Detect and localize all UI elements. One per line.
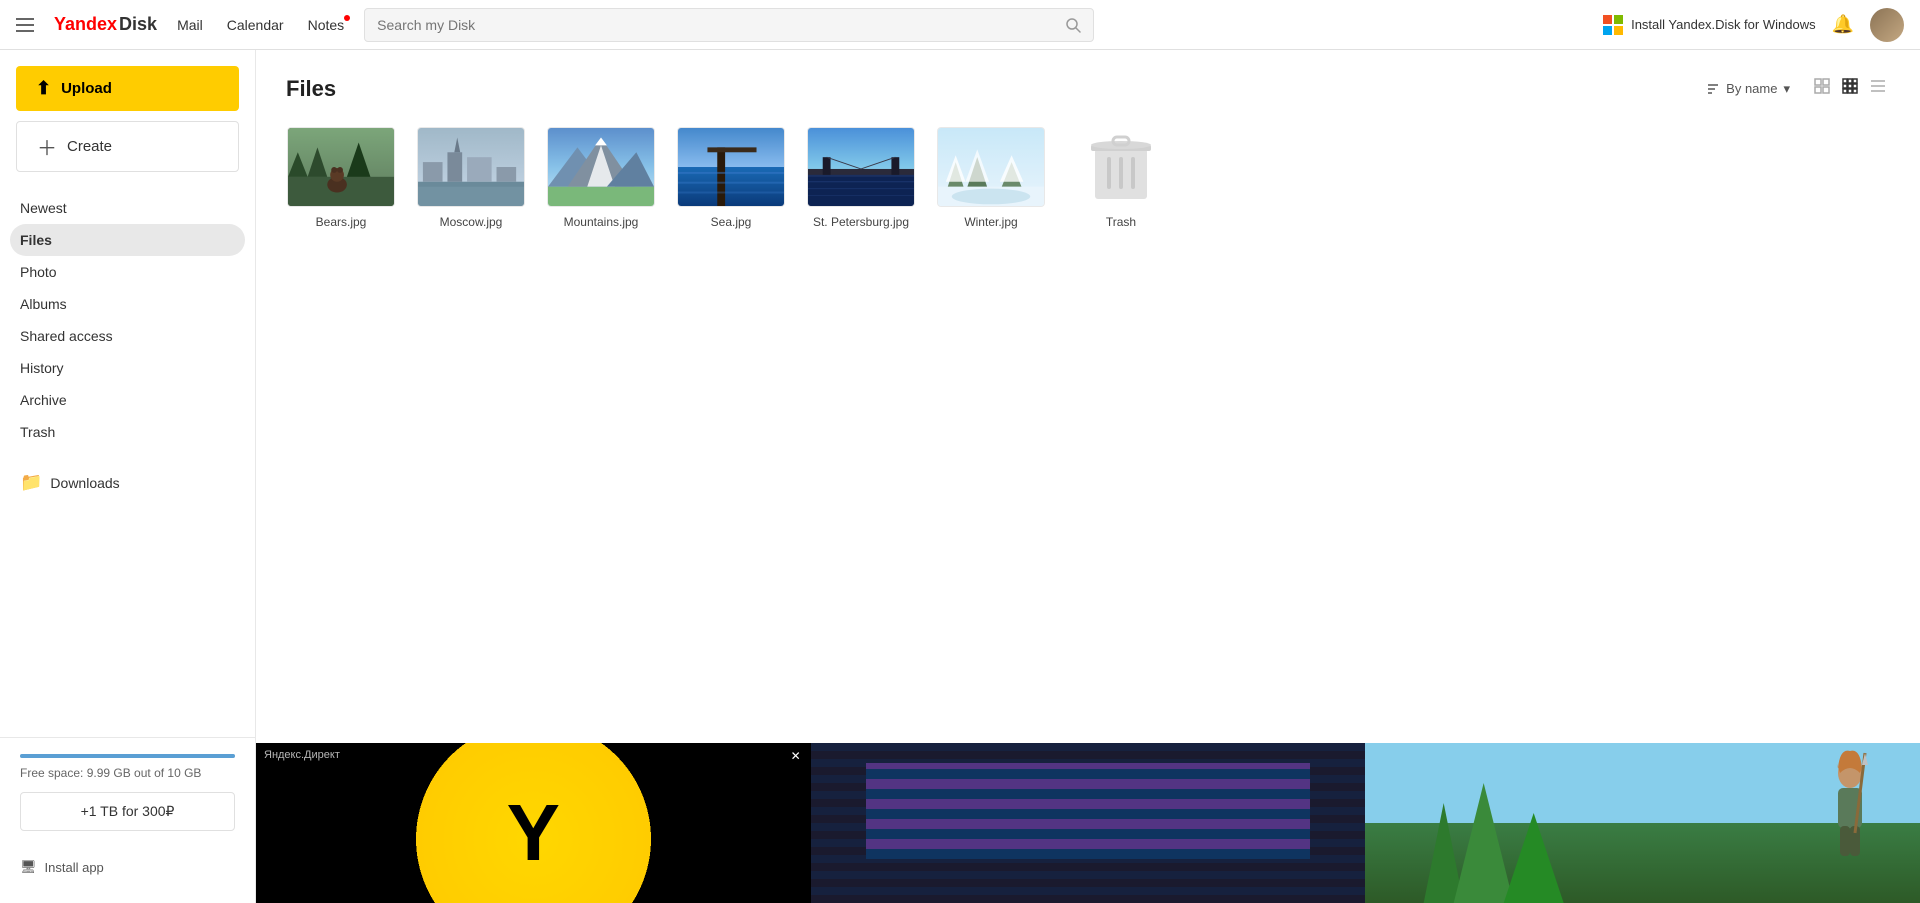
storage-text: Free space: 9.99 GB out of 10 GB (20, 766, 235, 780)
stpetersburg-thumbnail-svg (808, 127, 914, 207)
top-nav: Mail Calendar Notes (177, 17, 344, 33)
folder-label: Downloads (50, 475, 119, 491)
nav-calendar[interactable]: Calendar (227, 17, 284, 33)
logo-yandex: Yandex (54, 14, 117, 35)
file-name: Sea.jpg (711, 215, 752, 229)
trees-svg (1365, 743, 1642, 903)
ad-banner-2: Яндекс.Директ ✕ (811, 743, 1366, 903)
search-icon (1065, 17, 1081, 33)
sidebar-item-trash[interactable]: Trash (0, 416, 255, 448)
file-name: Moscow.jpg (440, 215, 503, 229)
ad-label-1: Яндекс.Директ (264, 749, 340, 761)
ad-banner-1: Яндекс.Директ ✕ Y (256, 743, 811, 903)
file-name: Mountains.jpg (564, 215, 639, 229)
sidebar: ⬆ Upload ＋ Create Newest Files Photo Alb… (0, 50, 256, 903)
header-right: Install Yandex.Disk for Windows 🔔 (1603, 8, 1904, 42)
main-layout: ⬆ Upload ＋ Create Newest Files Photo Alb… (0, 50, 1920, 903)
folder-icon: 📁 (20, 472, 42, 493)
storage-bar-fill (20, 754, 235, 758)
sidebar-item-history[interactable]: History (0, 352, 255, 384)
sort-icon (1706, 83, 1720, 95)
app-header: Yandex Disk Mail Calendar Notes Install … (0, 0, 1920, 50)
file-item[interactable]: St. Petersburg.jpg (806, 127, 916, 229)
large-grid-btn[interactable] (1810, 74, 1834, 103)
sidebar-nav: Newest Files Photo Albums Shared access … (0, 192, 255, 448)
content-header: Files By name ▾ (286, 74, 1890, 103)
notifications-bell[interactable]: 🔔 (1832, 14, 1854, 35)
ad-section: Яндекс.Директ ✕ Y Яндекс.Директ ✕ Яндекс… (256, 743, 1920, 903)
sidebar-item-albums[interactable]: Albums (0, 288, 255, 320)
file-item[interactable]: Mountains.jpg (546, 127, 656, 229)
sidebar-item-shared[interactable]: Shared access (0, 320, 255, 352)
install-label: Install Yandex.Disk for Windows (1631, 17, 1815, 32)
windows-icon (1603, 15, 1623, 35)
sort-label: By name (1726, 81, 1777, 96)
sidebar-item-photo[interactable]: Photo (0, 256, 255, 288)
install-app-label: Install app (45, 860, 104, 875)
file-thumbnail (417, 127, 525, 207)
file-thumbnail (677, 127, 785, 207)
plus-icon: ＋ (37, 132, 57, 161)
main-content: Files By name ▾ (256, 50, 1920, 903)
folders-section: 📁 Downloads (0, 464, 255, 501)
hamburger-menu[interactable] (16, 18, 34, 32)
file-item[interactable]: Sea.jpg (676, 127, 786, 229)
install-windows-button[interactable]: Install Yandex.Disk for Windows (1603, 15, 1815, 35)
search-input[interactable] (377, 17, 1065, 33)
file-name: St. Petersburg.jpg (813, 215, 909, 229)
folder-downloads[interactable]: 📁 Downloads (0, 464, 255, 501)
upgrade-button[interactable]: +1 TB for 300₽ (20, 792, 235, 831)
game-character-icon (1810, 743, 1890, 903)
sort-arrow: ▾ (1783, 81, 1790, 97)
storage-bar-background (20, 754, 235, 758)
winter-thumbnail-svg (938, 127, 1044, 207)
trash-icon-container (1067, 127, 1175, 207)
file-thumbnail (937, 127, 1045, 207)
logo[interactable]: Yandex Disk (54, 14, 157, 35)
file-name: Trash (1106, 215, 1136, 229)
sidebar-item-archive[interactable]: Archive (0, 384, 255, 416)
moscow-thumbnail-svg (418, 127, 524, 207)
ad-banner-3: Яндекс.Директ ✕ (1365, 743, 1920, 903)
avatar[interactable] (1870, 8, 1904, 42)
install-app-icon: 🖥 (20, 859, 37, 875)
view-toggle (1810, 74, 1890, 103)
storage-section: Free space: 9.99 GB out of 10 GB +1 TB f… (0, 737, 255, 847)
install-app-link[interactable]: 🖥 Install app (0, 847, 255, 887)
upload-button[interactable]: ⬆ Upload (16, 66, 239, 111)
page-title: Files (286, 76, 336, 102)
view-controls: By name ▾ (1698, 74, 1890, 103)
file-name: Winter.jpg (964, 215, 1017, 229)
large-grid-icon (1814, 78, 1830, 94)
trash-icon (1091, 131, 1151, 203)
sidebar-item-files[interactable]: Files (0, 224, 255, 256)
small-grid-btn[interactable] (1838, 74, 1862, 103)
sidebar-item-newest[interactable]: Newest (0, 192, 255, 224)
file-item[interactable]: Winter.jpg (936, 127, 1046, 229)
create-button[interactable]: ＋ Create (16, 121, 239, 172)
small-grid-icon (1842, 78, 1858, 94)
search-bar (364, 8, 1094, 42)
sea-thumbnail-svg (678, 127, 784, 207)
nav-mail[interactable]: Mail (177, 17, 203, 33)
file-name: Bears.jpg (316, 215, 367, 229)
list-view-icon (1870, 78, 1886, 94)
file-grid: Bears.jpg (286, 127, 1890, 229)
file-thumbnail (287, 127, 395, 207)
file-item[interactable]: Bears.jpg (286, 127, 396, 229)
bears-thumbnail-svg (288, 127, 394, 207)
nav-notes[interactable]: Notes (308, 17, 345, 33)
sort-button[interactable]: By name ▾ (1698, 77, 1798, 101)
create-label: Create (67, 138, 112, 155)
mountains-thumbnail-svg (548, 127, 654, 207)
file-item[interactable]: Moscow.jpg (416, 127, 526, 229)
file-thumbnail (807, 127, 915, 207)
upload-label: Upload (61, 80, 112, 97)
file-thumbnail (547, 127, 655, 207)
logo-disk: Disk (119, 14, 157, 35)
ad-close-1[interactable]: ✕ (787, 747, 805, 765)
list-view-btn[interactable] (1866, 74, 1890, 103)
file-item-trash[interactable]: Trash (1066, 127, 1176, 229)
upload-arrow-icon: ⬆ (36, 78, 51, 99)
